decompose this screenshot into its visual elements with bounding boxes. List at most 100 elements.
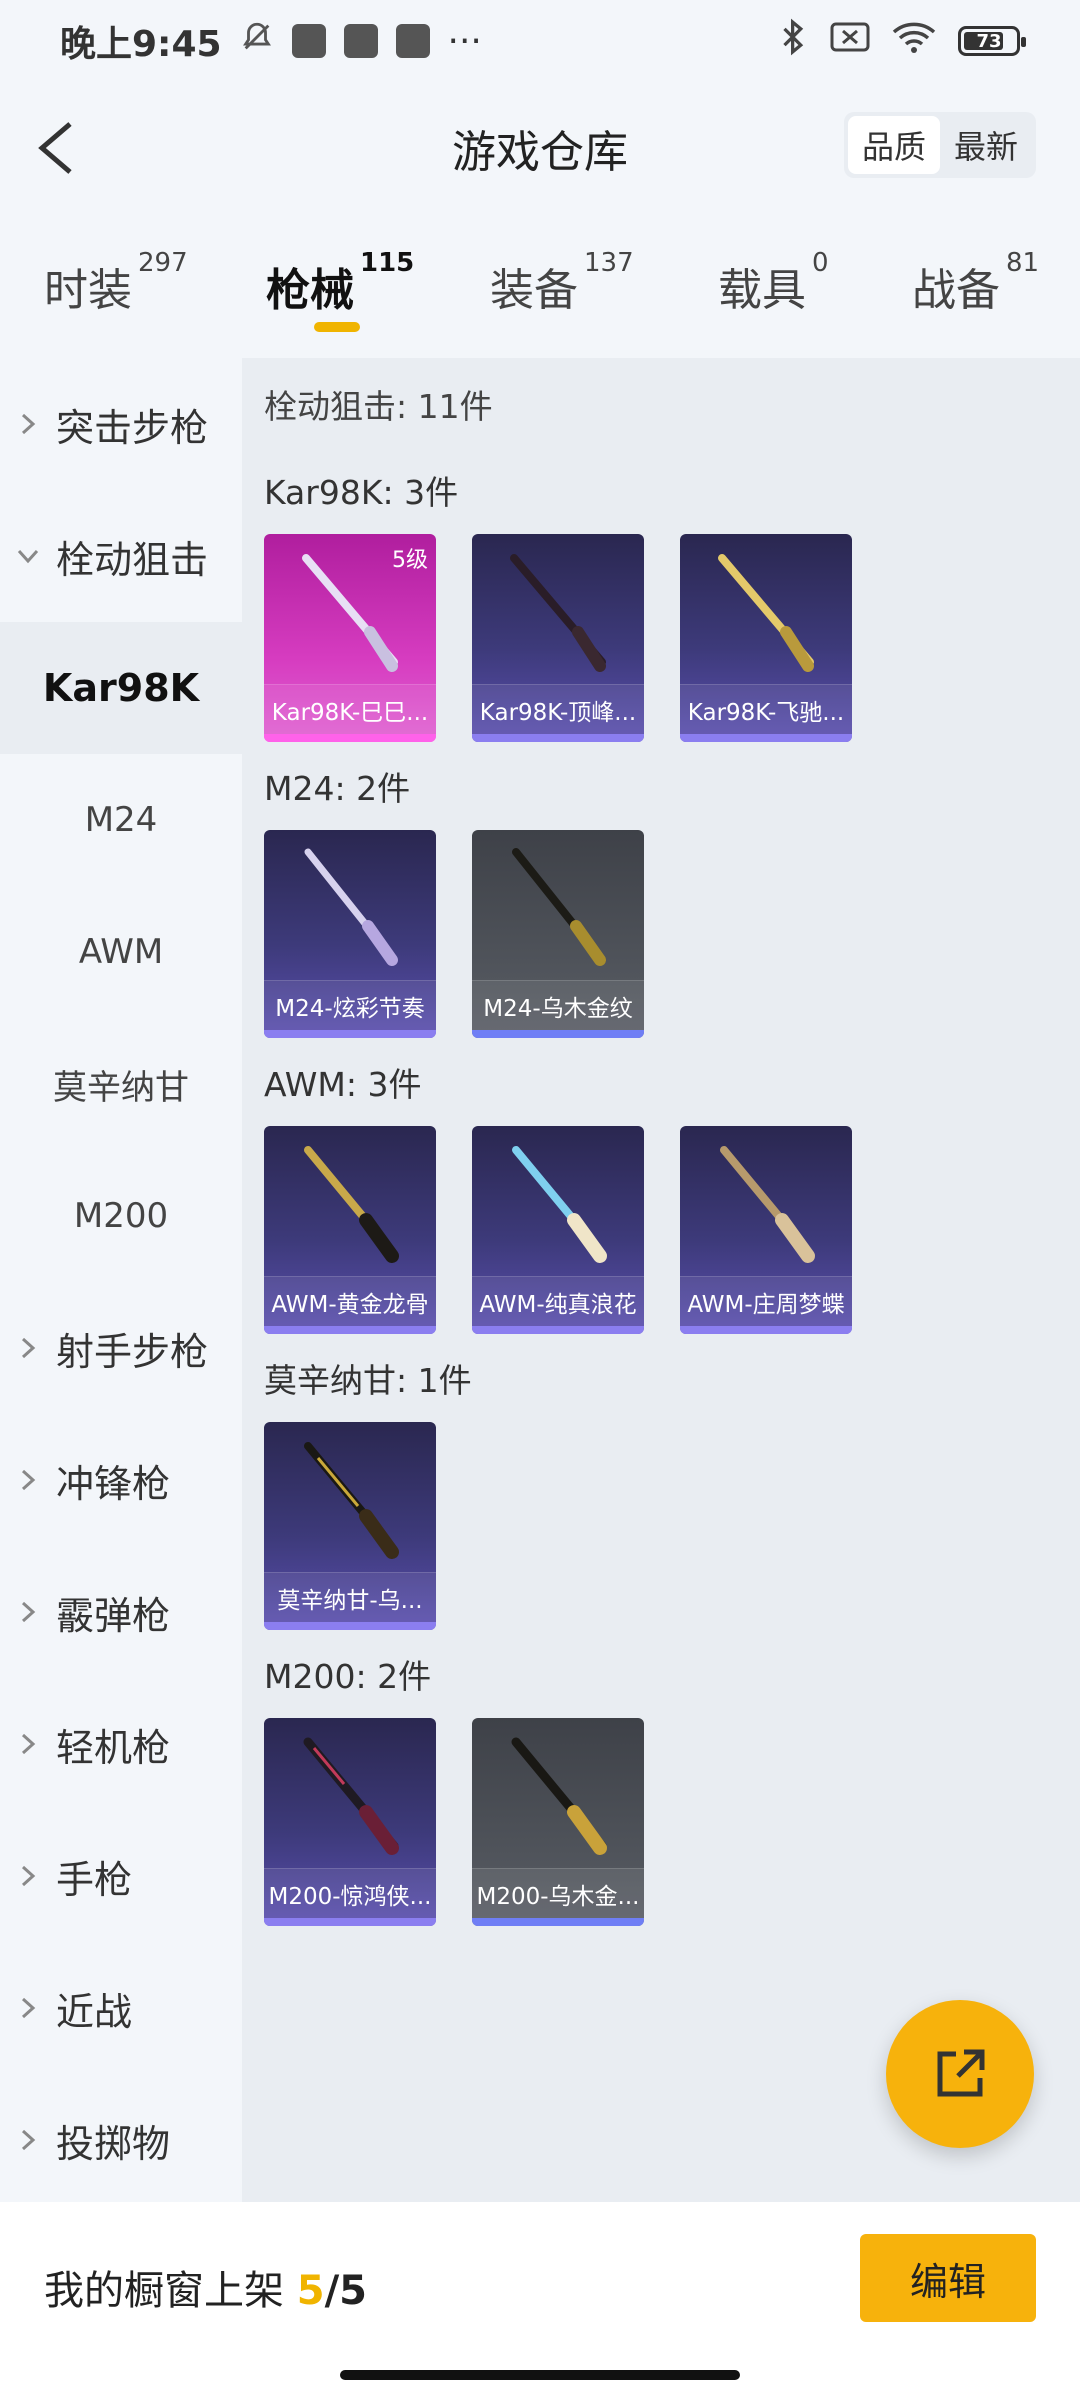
tab-equipment[interactable]: 装备137: [490, 248, 634, 318]
tab-outfits[interactable]: 时装297: [44, 248, 188, 318]
skin-card[interactable]: AWM-黄金龙骨: [264, 1126, 436, 1334]
sidebar-item-dmr[interactable]: 射手步枪: [0, 1282, 242, 1414]
group-title: Kar98K: 3件: [264, 473, 459, 512]
showcase-separator: /: [324, 2268, 340, 2314]
chevron-right-icon: [0, 1336, 56, 1360]
group-title: M200: 2件: [264, 1657, 432, 1696]
group-title: 莫辛纳甘: 1件: [264, 1361, 472, 1400]
sort-option-newest[interactable]: 最新: [940, 116, 1032, 174]
sidebar-item-label: 栓动狙击: [56, 537, 209, 582]
sidebar-item-melee[interactable]: 近战: [0, 1942, 242, 2074]
skin-name: AWM-纯真浪花: [472, 1276, 644, 1326]
battery-icon: 73: [958, 26, 1026, 56]
rifle-icon: [303, 1737, 399, 1855]
tab-label: 战备: [912, 265, 1000, 316]
skin-card[interactable]: M24-炫彩节奏: [264, 830, 436, 1038]
item-grid-panel: 栓动狙击: 11件 Kar98K: 3件 5级 Kar98K-巳巳... Kar…: [242, 358, 1080, 2202]
skin-card[interactable]: Kar98K-飞驰...: [680, 534, 852, 742]
rifle-icon: [720, 1146, 815, 1263]
category-count: 栓动狙击: 11件: [264, 387, 493, 426]
app-notification-icon: [395, 24, 430, 58]
tab-label: 装备: [490, 265, 578, 316]
showcase-label: 我的橱窗上架: [44, 2268, 297, 2314]
sidebar-item-throwable[interactable]: 投掷物: [0, 2074, 242, 2206]
sidebar-sub-m200[interactable]: M200: [0, 1150, 242, 1282]
sidebar-sub-kar98k[interactable]: Kar98K: [0, 622, 242, 754]
chevron-right-icon: [0, 2128, 56, 2152]
quality-bar: [680, 1326, 852, 1334]
skin-name: M24-乌木金纹: [472, 980, 644, 1030]
quality-bar: [264, 1622, 436, 1630]
skin-name: AWM-庄周梦蝶: [680, 1276, 852, 1326]
group-title: AWM: 3件: [264, 1065, 422, 1104]
tab-count: 81: [1006, 248, 1040, 278]
sidebar-item-label: 霰弹枪: [56, 1593, 171, 1638]
share-button[interactable]: [886, 2000, 1034, 2148]
sidebar-sub-awm[interactable]: AWM: [0, 886, 242, 1018]
skin-card[interactable]: Kar98K-顶峰...: [472, 534, 644, 742]
showcase-current: 5: [296, 2268, 325, 2314]
quality-bar: [472, 1326, 644, 1334]
back-button[interactable]: [30, 118, 90, 178]
skin-card[interactable]: M24-乌木金纹: [472, 830, 644, 1038]
sidebar-item-lmg[interactable]: 轻机枪: [0, 1678, 242, 1810]
skin-card[interactable]: 莫辛纳甘-乌...: [264, 1422, 436, 1630]
sidebar-sub-m24[interactable]: M24: [0, 754, 242, 886]
skin-name: M200-乌木金...: [472, 1868, 644, 1918]
tab-count: 137: [584, 248, 634, 278]
more-notifications-icon: ···: [447, 20, 482, 62]
tab-label: 枪械: [266, 265, 354, 316]
chevron-right-icon: [0, 1732, 56, 1756]
bluetooth-icon: [780, 18, 808, 65]
sidebar-item-shotgun[interactable]: 霰弹枪: [0, 1546, 242, 1678]
status-bar: 晚上9:45 ··· 73: [0, 0, 1080, 82]
group-title: M24: 2件: [264, 769, 411, 808]
skin-card[interactable]: 5级 Kar98K-巳巳...: [264, 534, 436, 742]
sidebar-item-label: 轻机枪: [56, 1725, 171, 1770]
quality-bar: [264, 1918, 436, 1926]
quality-bar: [264, 1030, 436, 1038]
quality-bar: [472, 1030, 644, 1038]
sidebar-item-smg[interactable]: 冲锋枪: [0, 1414, 242, 1546]
quality-bar: [264, 734, 436, 742]
skin-card[interactable]: M200-惊鸿侠...: [264, 1718, 436, 1926]
skin-card[interactable]: M200-乌木金...: [472, 1718, 644, 1926]
sim-off-icon: [830, 20, 870, 63]
rifle-icon: [304, 1146, 399, 1263]
skin-card[interactable]: AWM-纯真浪花: [472, 1126, 644, 1334]
chevron-right-icon: [0, 1864, 56, 1888]
quality-bar: [264, 1326, 436, 1334]
weapon-category-sidebar: 突击步枪 栓动狙击 Kar98K M24 AWM 莫辛纳甘 M200 射手步枪 …: [0, 358, 242, 2202]
sidebar-item-assault-rifle[interactable]: 突击步枪: [0, 358, 242, 490]
sort-option-quality[interactable]: 品质: [847, 116, 940, 174]
mute-bell-icon: [240, 20, 274, 63]
chevron-right-icon: [0, 412, 56, 436]
tab-label: 时装: [44, 265, 132, 316]
chevron-down-icon: [0, 547, 56, 565]
skin-card[interactable]: AWM-庄周梦蝶: [680, 1126, 852, 1334]
sort-toggle[interactable]: 品质 最新: [843, 112, 1036, 178]
tab-count: 297: [138, 248, 188, 278]
active-tab-indicator: [314, 322, 360, 332]
showcase-total: 5: [339, 2268, 368, 2314]
tab-supplies[interactable]: 战备81: [912, 248, 1039, 318]
sidebar-item-pistol[interactable]: 手枪: [0, 1810, 242, 1942]
tab-count: 115: [360, 248, 415, 278]
app-notification-icon: [291, 24, 326, 58]
edit-button[interactable]: 编辑: [860, 2234, 1036, 2322]
sidebar-sub-mosin[interactable]: 莫辛纳甘: [0, 1018, 242, 1150]
rifle-icon: [718, 554, 814, 672]
chevron-right-icon: [0, 1996, 56, 2020]
skin-name: AWM-黄金龙骨: [264, 1276, 436, 1326]
sidebar-item-bolt-sniper[interactable]: 栓动狙击: [0, 490, 242, 622]
tab-count: 0: [812, 248, 829, 278]
quality-bar: [680, 734, 852, 742]
wifi-icon: [892, 20, 936, 63]
tab-weapons[interactable]: 枪械115: [266, 248, 414, 332]
home-indicator[interactable]: [340, 2370, 740, 2380]
skin-name: Kar98K-顶峰...: [472, 684, 644, 734]
skin-name: Kar98K-巳巳...: [264, 684, 436, 734]
tab-vehicles[interactable]: 载具0: [718, 248, 829, 318]
rifle-icon: [510, 554, 606, 672]
rifle-icon: [512, 848, 606, 966]
